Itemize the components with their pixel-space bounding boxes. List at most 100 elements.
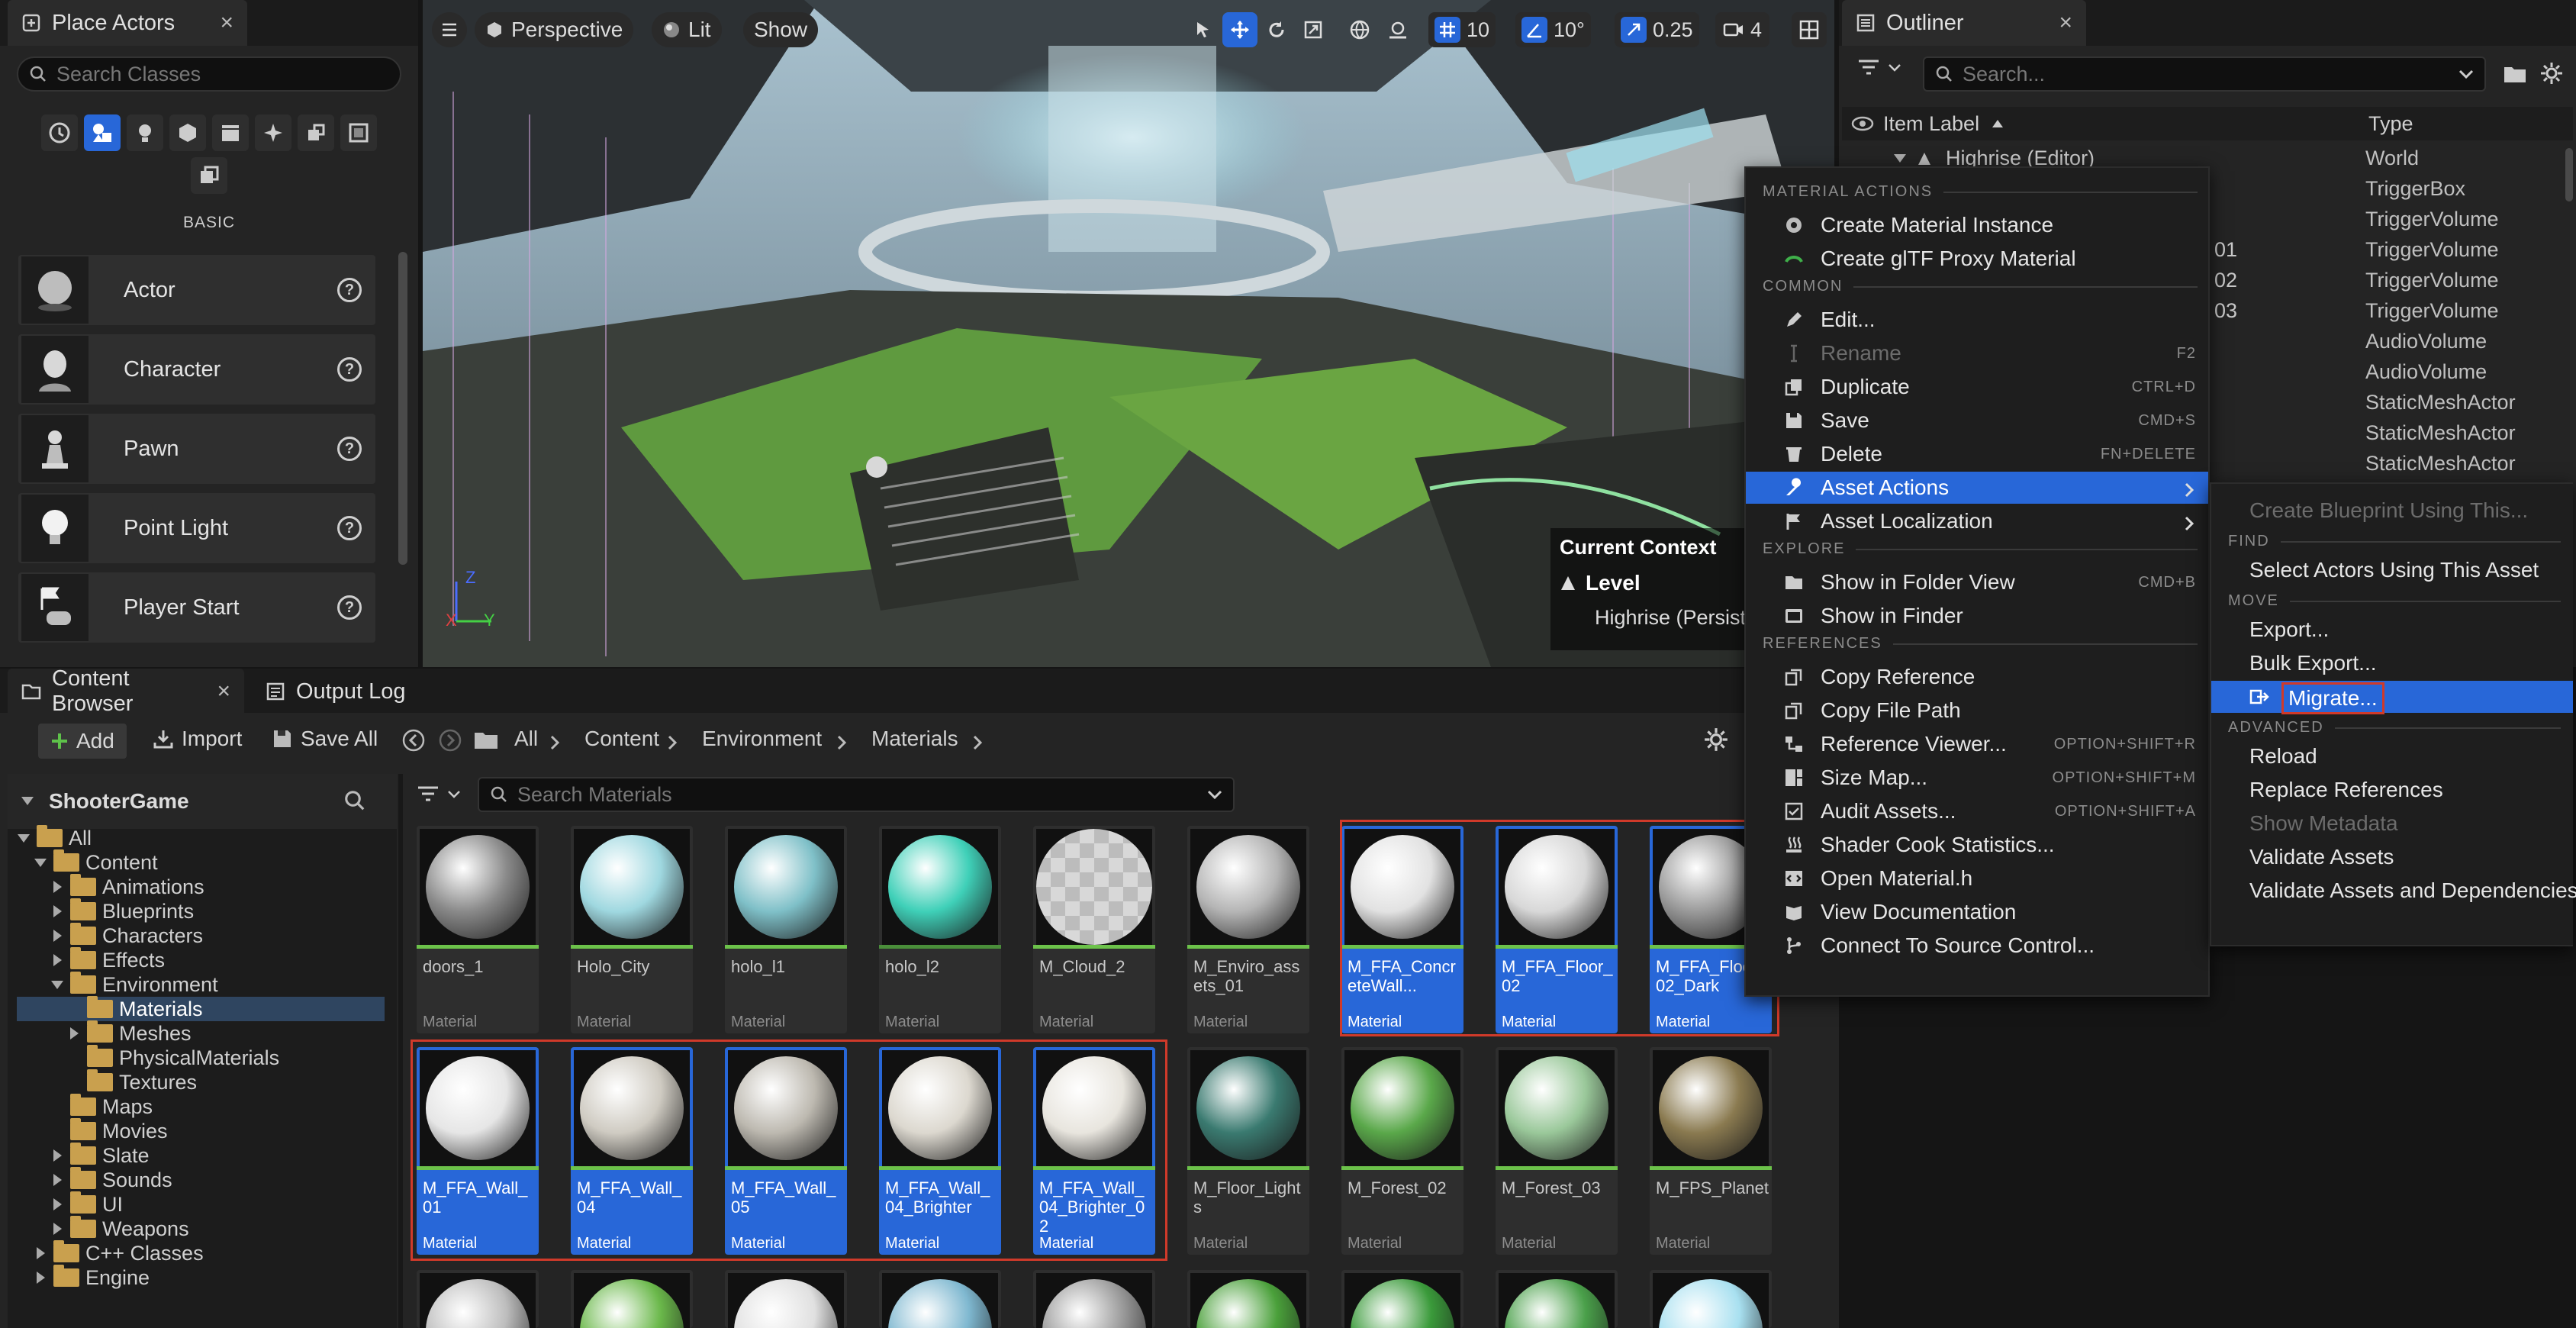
expand-toggle[interactable] [50,1223,64,1235]
menu-item-duplicate[interactable]: Duplicate CTRL+D [1746,371,2208,403]
tab-output-log[interactable]: Output Log [252,669,420,714]
type-column[interactable]: Type [2368,112,2413,136]
menu-item-edit[interactable]: Edit... [1746,304,2208,336]
recent-category-button[interactable] [41,114,78,151]
tree-item-all[interactable]: All [17,825,92,850]
asset-tile[interactable]: holo_l2 Material Instance [879,826,1001,1033]
menu-item-shader-cook-statistics[interactable]: Shader Cook Statistics... [1746,829,2208,861]
asset-tile[interactable] [571,1270,693,1328]
help-icon[interactable]: ? [337,437,362,461]
select-mode-button[interactable] [1186,12,1221,47]
eye-icon[interactable] [1851,116,1874,131]
menu-item-copy-reference[interactable]: Copy Reference [1746,661,2208,693]
add-button[interactable]: Add [38,724,127,759]
tree-item-ui[interactable]: UI [50,1191,123,1217]
gear-icon[interactable] [2539,61,2564,85]
expand-toggle[interactable] [50,954,64,966]
menu-item-asset-actions[interactable]: Asset Actions [1746,472,2208,504]
scale-snap-button[interactable]: 0.25 [1615,12,1699,47]
expand-toggle[interactable] [50,1198,64,1210]
tree-item-blueprints[interactable]: Blueprints [50,898,194,923]
asset-tile[interactable]: M_Forest_03 Material [1496,1047,1618,1255]
tree-item-physicalmaterials[interactable]: PhysicalMaterials [67,1045,279,1070]
level-viewport[interactable]: Perspective Lit Show 10 10° 0.25 4 Curre… [423,0,1834,667]
actor-item-character[interactable]: Character? [18,334,375,405]
shapes-category-button[interactable] [169,114,206,151]
help-icon[interactable]: ? [337,595,362,620]
tree-item-textures[interactable]: Textures [67,1069,197,1094]
asset-tile[interactable] [879,1270,1001,1328]
actor-item-pawn[interactable]: Pawn? [18,414,375,484]
tree-item-content[interactable]: Content [34,849,158,875]
asset-tile[interactable] [1187,1270,1309,1328]
submenu-item-reload[interactable]: Reload [2211,740,2573,772]
collapse-triangle[interactable] [21,797,34,805]
menu-item-size-map[interactable]: Size Map... OPTION+SHIFT+M [1746,762,2208,794]
close-icon[interactable]: × [2059,10,2072,36]
history-back-icon[interactable] [401,728,426,753]
tree-item-maps[interactable]: Maps [50,1094,153,1119]
tab-content-browser[interactable]: Content Browser × [8,666,244,716]
perspective-button[interactable]: Perspective [475,12,634,47]
tree-item-characters[interactable]: Characters [50,923,203,948]
asset-tile[interactable]: doors_1 Material [417,826,539,1033]
item-label-column[interactable]: Item Label [1883,112,1979,136]
asset-search-input[interactable]: Search Materials [478,777,1235,812]
breadcrumb-item-environment[interactable]: Environment [702,727,822,751]
asset-tile[interactable] [1496,1270,1618,1328]
expand-toggle[interactable] [34,1272,47,1284]
expand-toggle[interactable] [17,833,31,843]
camera-speed-button[interactable]: 4 [1715,12,1770,47]
submenu-item-bulk-export[interactable]: Bulk Export... [2211,647,2573,679]
tree-item-slate[interactable]: Slate [50,1143,150,1168]
translate-mode-button[interactable] [1222,12,1257,47]
asset-tile[interactable] [725,1270,847,1328]
help-icon[interactable]: ? [337,357,362,382]
submenu-item-replace-references[interactable]: Replace References [2211,774,2573,806]
import-button[interactable]: Import [153,727,242,751]
asset-tile[interactable] [1341,1270,1463,1328]
asset-tile[interactable]: M_FPS_Planet Material [1650,1047,1772,1255]
lit-button[interactable]: Lit [652,12,722,47]
menu-item-delete[interactable]: Delete FN+DELETE [1746,438,2208,470]
expand-toggle[interactable] [67,1027,81,1040]
menu-item-view-documentation[interactable]: View Documentation [1746,896,2208,928]
tree-item-materials[interactable]: Materials [67,996,203,1021]
tree-item-movies[interactable]: Movies [50,1118,168,1143]
outliner-search-input[interactable]: Search... [1923,56,2486,92]
tree-item-sounds[interactable]: Sounds [50,1167,172,1192]
visual-effects-category-button[interactable] [255,114,291,151]
expand-triangle[interactable] [1894,154,1906,163]
asset-tile[interactable]: M_Cloud_2 Material [1033,826,1155,1033]
viewport-layout-button[interactable] [1792,12,1827,47]
tree-item-weapons[interactable]: Weapons [50,1216,189,1241]
asset-tile[interactable]: Holo_City Material [571,826,693,1033]
asset-tile[interactable]: M_Enviro_assets_01 Material [1187,826,1309,1033]
tree-item-engine[interactable]: Engine [34,1265,150,1290]
save-all-button[interactable]: Save All [272,727,378,751]
tab-outliner[interactable]: Outliner × [1842,0,2086,46]
gear-icon[interactable] [1703,727,1729,753]
submenu-item-migrate[interactable]: Migrate... [2211,681,2573,714]
volumes-category-button[interactable] [340,114,377,151]
world-space-button[interactable] [1341,12,1378,47]
rotate-mode-button[interactable] [1259,12,1294,47]
asset-filter-button[interactable] [417,785,461,804]
scale-mode-button[interactable] [1296,12,1331,47]
menu-item-save[interactable]: Save CMD+S [1746,405,2208,437]
help-icon[interactable]: ? [337,278,362,302]
tree-item-environment[interactable]: Environment [50,972,218,997]
class-search-input[interactable]: Search Classes [17,56,401,92]
breadcrumb-item-all[interactable]: All [514,727,538,751]
menu-item-show-in-folder-view[interactable]: Show in Folder View CMD+B [1746,566,2208,598]
asset-tile[interactable]: holo_l1 Material [725,826,847,1033]
submenu-item-validate-assets-and-dependencies[interactable]: Validate Assets and Dependencies [2211,875,2576,907]
tree-item-animations[interactable]: Animations [50,874,204,899]
tab-place-actors[interactable]: Place Actors × [8,0,247,46]
tree-item-meshes[interactable]: Meshes [67,1020,192,1046]
close-icon[interactable]: × [220,10,233,36]
search-icon[interactable] [343,789,366,812]
cinematic-category-button[interactable] [212,114,249,151]
menu-item-open-material-h[interactable]: Open Material.h [1746,862,2208,894]
history-forward-icon[interactable] [438,728,462,753]
